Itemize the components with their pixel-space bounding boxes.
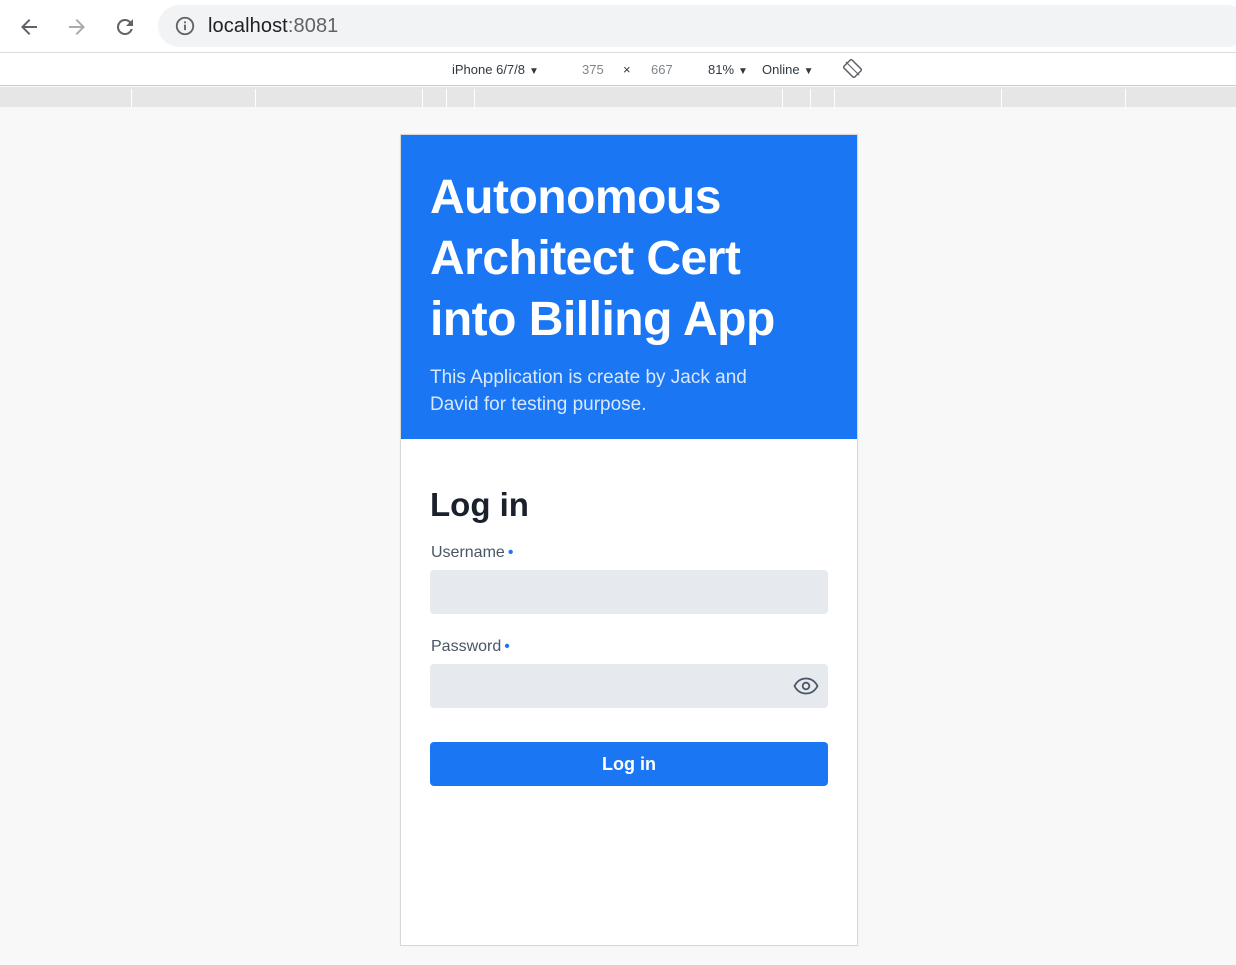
address-bar[interactable]: localhost:8081 <box>158 5 1236 47</box>
app-subtitle: This Application is create by Jack and D… <box>430 367 747 415</box>
browser-toolbar: localhost:8081 <box>0 0 1236 53</box>
url-port: :8081 <box>287 14 339 37</box>
device-height[interactable]: 667 <box>651 62 673 77</box>
device-viewport: Autonomous Architect Cert into Billing A… <box>400 134 858 946</box>
arrow-left-icon <box>21 19 37 35</box>
info-icon[interactable] <box>174 15 196 37</box>
app-title-line: Autonomous <box>430 171 721 224</box>
url-host: localhost <box>208 14 288 37</box>
app-title-line: Architect Cert <box>430 232 741 285</box>
caret-down-icon: ▼ <box>738 66 748 77</box>
caret-down-icon: ▼ <box>803 66 814 77</box>
rotate-icon[interactable] <box>842 58 863 81</box>
url-text: localhost:8081 <box>208 15 338 38</box>
login-heading: Log in <box>430 486 529 523</box>
zoom-select[interactable]: 81% ▼ <box>708 62 748 77</box>
app-title-line: into Billing App <box>430 293 775 346</box>
device-name: iPhone 6/7/8 <box>452 62 526 77</box>
device-toolbar: iPhone 6/7/8 ▼ 375 × 667 81% ▼ Online ▼ <box>0 53 1236 86</box>
required-marker: • <box>507 544 514 561</box>
app-title: Autonomous Architect Cert into Billing A… <box>430 167 828 350</box>
username-label-text: Username <box>431 544 505 561</box>
username-label: Username • <box>430 544 828 562</box>
device-select[interactable]: iPhone 6/7/8 ▼ <box>452 62 539 77</box>
forward-button[interactable] <box>59 9 95 45</box>
reload-icon <box>116 18 133 35</box>
password-label-text: Password <box>431 638 502 655</box>
zoom-value: 81% <box>708 62 735 77</box>
throttle-value: Online <box>762 62 800 77</box>
throttle-select[interactable]: Online ▼ <box>762 62 813 77</box>
username-input[interactable] <box>430 570 828 614</box>
password-label: Password • <box>430 638 828 656</box>
password-input[interactable] <box>430 664 828 708</box>
hero-banner: Autonomous Architect Cert into Billing A… <box>401 135 857 439</box>
login-button[interactable]: Log in <box>430 742 828 786</box>
eye-icon[interactable] <box>793 675 819 697</box>
required-marker: • <box>504 638 510 655</box>
device-width[interactable]: 375 <box>582 62 604 77</box>
back-button[interactable] <box>11 9 47 45</box>
dimension-separator: × <box>623 62 631 77</box>
media-query-ruler <box>0 87 1236 107</box>
caret-down-icon: ▼ <box>529 66 539 77</box>
login-form: Log in Username • Password • Log in <box>430 483 828 786</box>
reload-button[interactable] <box>107 9 143 45</box>
arrow-right-icon <box>69 19 85 35</box>
